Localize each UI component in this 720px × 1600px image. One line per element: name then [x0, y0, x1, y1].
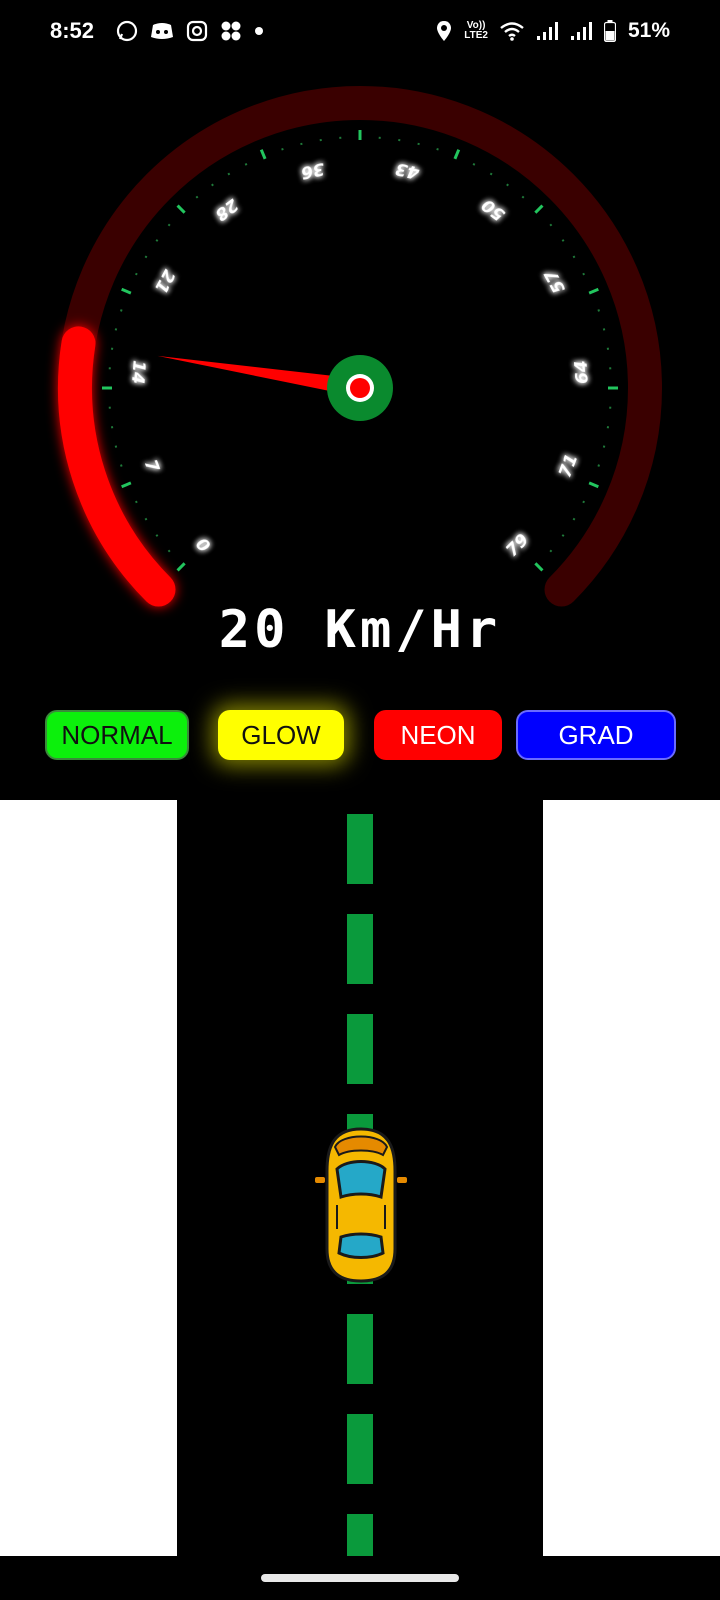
volte-icon: Vo)) LTE2	[464, 20, 488, 41]
gauge-minor-tick	[436, 148, 439, 151]
lane-dash	[347, 1314, 373, 1384]
gauge-tick-label: 7	[140, 457, 163, 475]
navigation-bar	[0, 1556, 720, 1600]
dot-icon	[254, 26, 264, 36]
gauge-minor-tick	[549, 549, 553, 553]
gauge-minor-tick	[472, 163, 476, 166]
normal-mode-button[interactable]: NORMAL	[45, 710, 189, 760]
gauge-minor-tick	[572, 255, 576, 259]
gauge-minor-tick	[521, 195, 525, 199]
gauge-major-tick	[534, 562, 544, 572]
gauge-minor-tick	[582, 272, 585, 276]
gauge-major-tick	[176, 204, 186, 214]
gauge-minor-tick	[506, 183, 509, 187]
gauge-tick-label: 71	[555, 451, 582, 480]
gauge-major-tick	[453, 149, 461, 160]
lane-dash	[347, 1514, 373, 1556]
gauge-minor-tick	[135, 500, 138, 504]
gauge-tick-label: 14	[127, 360, 149, 385]
gauge-minor-tick	[597, 464, 600, 467]
gauge-tick-label: 28	[211, 194, 242, 224]
style-mode-bar: NORMAL GLOW NEON GRAD	[0, 710, 720, 762]
gauge-minor-tick	[120, 309, 123, 312]
gauge-minor-tick	[244, 163, 248, 166]
whatsapp-icon	[116, 20, 138, 42]
battery-icon	[603, 20, 616, 42]
gauge-minor-tick	[227, 172, 231, 176]
gauge-major-tick	[121, 481, 132, 489]
speed-readout: 20 Km/Hr	[218, 600, 502, 660]
gauge-minor-tick	[489, 172, 493, 176]
status-time: 8:52	[50, 18, 95, 43]
home-gesture-handle[interactable]	[261, 1574, 459, 1582]
grad-mode-button[interactable]: GRAD	[516, 710, 676, 760]
gauge-tick-label: 50	[478, 194, 509, 224]
pinwheel-icon	[220, 20, 242, 42]
gauge-major-tick	[259, 149, 267, 160]
gauge-minor-tick	[549, 223, 553, 227]
gauge-tick-label: 79	[502, 530, 533, 561]
lane-dash	[347, 1014, 373, 1084]
status-right: Vo)) LTE2 51%	[436, 19, 670, 43]
signal-icon-2	[570, 21, 592, 41]
discord-icon	[150, 21, 174, 41]
gauge-minor-tick	[155, 239, 159, 242]
instagram-icon	[186, 20, 208, 42]
gauge-major-tick	[534, 204, 544, 214]
gauge-minor-tick	[135, 272, 138, 276]
gauge-canvas: 0 7 14 21 28 36 43 50 57 64 71 79	[58, 85, 662, 607]
status-left: 8:52	[50, 18, 264, 44]
gauge-tick-label: 36	[299, 158, 327, 183]
gauge-track-arc	[58, 85, 662, 607]
gauge-major-tick	[121, 287, 132, 295]
gauge-minor-tick	[597, 309, 600, 312]
lane-dash	[347, 914, 373, 984]
wifi-icon	[500, 21, 524, 41]
battery-percentage: 51%	[627, 19, 670, 42]
lane-dash	[347, 814, 373, 884]
gauge-minor-tick	[155, 534, 159, 537]
gauge-minor-tick	[167, 223, 171, 227]
neon-mode-button[interactable]: NEON	[374, 710, 502, 760]
road	[177, 800, 543, 1556]
gauge-minor-tick	[561, 239, 565, 242]
location-icon	[436, 20, 452, 42]
gauge-tick-label: 21	[150, 266, 179, 296]
gauge-tick-label: 57	[541, 266, 570, 296]
signal-icon-1	[536, 21, 558, 41]
gauge-major-tick	[588, 287, 599, 295]
gauge-minor-tick	[144, 255, 148, 259]
gauge-tick-label: 64	[572, 360, 594, 385]
gauge-ticks	[102, 130, 618, 572]
gauge-minor-tick	[144, 517, 148, 521]
gauge-major-tick	[588, 481, 599, 489]
gauge-minor-tick	[167, 549, 171, 553]
gauge-tick-label: 0	[191, 534, 214, 557]
speedometer-gauge: 0 7 14 21 28 36 43 50 57 64 71 79	[0, 62, 720, 682]
status-bar: 8:52 Vo)) LTE2 51%	[0, 0, 720, 62]
gauge-minor-tick	[572, 517, 576, 521]
glow-mode-button[interactable]: GLOW	[218, 710, 344, 760]
gauge-minor-tick	[211, 183, 214, 187]
car-icon	[315, 1127, 407, 1283]
lte-label: LTE2	[464, 30, 488, 41]
gauge-minor-tick	[195, 195, 199, 199]
gauge-tick-label: 43	[394, 158, 422, 183]
gauge-minor-tick	[561, 534, 565, 537]
gauge-major-tick	[176, 562, 186, 572]
road-area	[0, 800, 720, 1556]
gauge-hub-center	[350, 378, 370, 398]
gauge-minor-tick	[120, 464, 123, 467]
lane-dash	[347, 1414, 373, 1484]
gauge-minor-tick	[281, 148, 284, 151]
gauge-minor-tick	[582, 500, 585, 504]
